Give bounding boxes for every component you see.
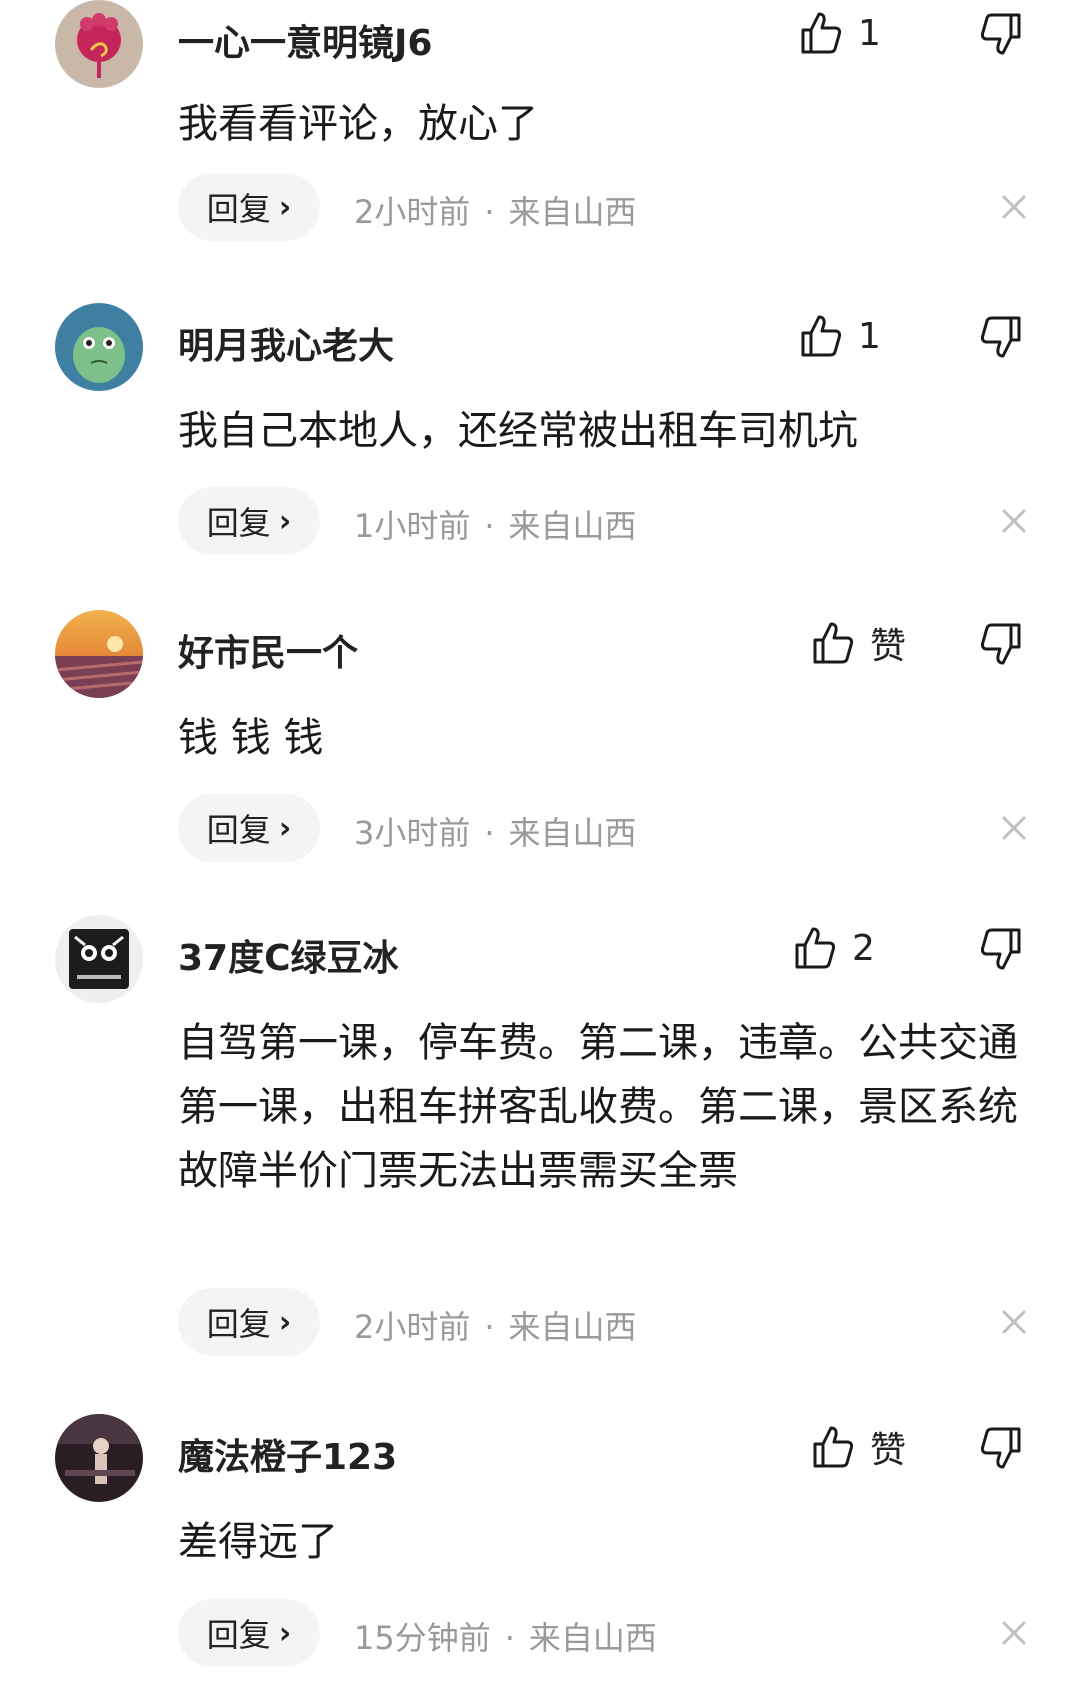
reply-label: 回复 (206, 1616, 271, 1654)
dislike-button[interactable] (980, 12, 1024, 60)
close-button[interactable] (996, 503, 1032, 539)
close-button[interactable] (996, 189, 1032, 225)
dislike-button[interactable] (980, 622, 1024, 670)
reply-button[interactable]: 回复 › (178, 487, 320, 555)
chevron-right-icon: › (278, 810, 292, 846)
location: 来自山西 (508, 1308, 637, 1346)
thumbs-up-icon (801, 315, 842, 357)
like-button[interactable]: 1 (800, 311, 881, 361)
avatar[interactable] (55, 915, 143, 1003)
username[interactable]: 明月我心老大 (178, 317, 394, 369)
thumbs-down-icon (980, 13, 1021, 55)
like-label: 赞 (870, 626, 907, 667)
location: 来自山西 (508, 507, 637, 545)
comment-meta: 回复 › 15分钟前 · 来自山西 (178, 1599, 1038, 1667)
dislike-button[interactable] (980, 927, 1024, 975)
chevron-right-icon: › (278, 1304, 292, 1340)
close-button[interactable] (996, 1304, 1032, 1340)
timestamp: 15分钟前 (354, 1619, 491, 1657)
chevron-right-icon: › (278, 189, 292, 225)
like-label: 赞 (870, 1430, 907, 1471)
comment-meta: 回复 › 3小时前 · 来自山西 (178, 794, 1038, 862)
comment-info: 3小时前 · 来自山西 (354, 808, 637, 854)
reply-label: 回复 (206, 504, 271, 542)
reply-label: 回复 (206, 1305, 271, 1343)
close-icon (1002, 1621, 1026, 1645)
close-icon (1002, 1310, 1026, 1334)
avatar[interactable] (55, 0, 143, 88)
thumbs-up-icon (795, 927, 836, 969)
comment-meta: 回复 › 2小时前 · 来自山西 (178, 1288, 1038, 1356)
separator: · (484, 1308, 495, 1346)
comment-text: 差得远了 (178, 1519, 338, 1565)
timestamp: 3小时前 (354, 814, 471, 852)
like-count: 1 (858, 315, 881, 357)
like-button[interactable]: 赞 (812, 1422, 906, 1472)
location: 来自山西 (528, 1619, 657, 1657)
like-count: 2 (852, 927, 875, 969)
thumbs-up-icon (813, 1426, 854, 1468)
timestamp: 2小时前 (354, 1308, 471, 1346)
dislike-button[interactable] (980, 315, 1024, 363)
avatar[interactable] (55, 1414, 143, 1502)
comment-meta: 回复 › 2小时前 · 来自山西 (178, 173, 1038, 241)
thumbs-down-icon (980, 1427, 1021, 1469)
username[interactable]: 37度C绿豆冰 (178, 929, 399, 981)
comment-text: 自驾第一课，停车费。第二课，违章。公共交通第一课，出租车拼客乱收费。第二课，景区… (178, 1020, 1018, 1194)
username[interactable]: 好市民一个 (178, 624, 358, 676)
reply-button[interactable]: 回复 › (178, 1288, 320, 1356)
location: 来自山西 (508, 814, 637, 852)
comment-text: 我自己本地人，还经常被出租车司机坑 (178, 408, 858, 454)
thumbs-up-icon (801, 12, 842, 54)
thumbs-down-icon (980, 623, 1021, 665)
close-button[interactable] (996, 810, 1032, 846)
like-button[interactable]: 2 (794, 923, 875, 973)
like-count: 1 (858, 12, 881, 54)
like-button[interactable]: 1 (800, 8, 881, 58)
comment-info: 2小时前 · 来自山西 (354, 187, 637, 233)
reply-button[interactable]: 回复 › (178, 173, 320, 241)
comment-info: 2小时前 · 来自山西 (354, 1302, 637, 1348)
like-button[interactable]: 赞 (812, 618, 906, 668)
separator: · (484, 507, 495, 545)
dislike-button[interactable] (980, 1426, 1024, 1474)
comment-meta: 回复 › 1小时前 · 来自山西 (178, 487, 1038, 555)
timestamp: 1小时前 (354, 507, 471, 545)
thumbs-up-icon (813, 622, 854, 664)
location: 来自山西 (508, 193, 637, 231)
chevron-right-icon: › (278, 1615, 292, 1651)
avatar[interactable] (55, 610, 143, 698)
close-icon (1002, 195, 1026, 219)
comment-info: 1小时前 · 来自山西 (354, 501, 637, 547)
username[interactable]: 魔法橙子123 (178, 1428, 397, 1480)
reply-button[interactable]: 回复 › (178, 1599, 320, 1667)
separator: · (504, 1619, 515, 1657)
separator: · (484, 814, 495, 852)
timestamp: 2小时前 (354, 193, 471, 231)
reply-label: 回复 (206, 190, 271, 228)
thumbs-down-icon (980, 928, 1021, 970)
avatar[interactable] (55, 303, 143, 391)
close-button[interactable] (996, 1615, 1032, 1651)
chevron-right-icon: › (278, 503, 292, 539)
thumbs-down-icon (980, 316, 1021, 358)
close-icon (1002, 509, 1026, 533)
reply-button[interactable]: 回复 › (178, 794, 320, 862)
close-icon (1002, 816, 1026, 840)
comment-text: 钱 钱 钱 (178, 715, 324, 761)
separator: · (484, 193, 495, 231)
reply-label: 回复 (206, 811, 271, 849)
comment-text: 我看看评论，放心了 (178, 101, 538, 147)
comment-info: 15分钟前 · 来自山西 (354, 1613, 657, 1659)
username[interactable]: 一心一意明镜J6 (178, 14, 432, 66)
